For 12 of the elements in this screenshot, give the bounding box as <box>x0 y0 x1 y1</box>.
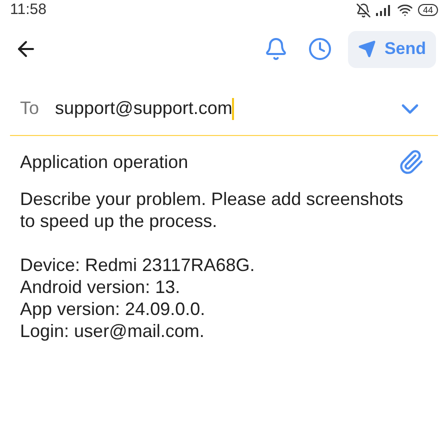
attach-icon[interactable] <box>398 149 424 175</box>
recipient-field[interactable]: support@support.com <box>55 95 396 122</box>
subject-field[interactable]: Application operation <box>20 148 398 176</box>
status-time: 11:58 <box>10 0 46 20</box>
paper-plane-icon <box>358 40 376 58</box>
message-paragraph: Device: Redmi 23117RA68G. Android version: 13. App version: 24.09.0.0. Login: user@mail.com. <box>20 254 256 342</box>
signal-icon <box>376 4 392 16</box>
mute-icon <box>356 2 371 18</box>
battery-indicator: 44 <box>418 4 438 16</box>
message-paragraph: Describe your problem. Please add screenshots to speed up the process. <box>20 188 404 232</box>
wifi-icon <box>396 2 413 18</box>
to-label: To <box>20 97 40 120</box>
